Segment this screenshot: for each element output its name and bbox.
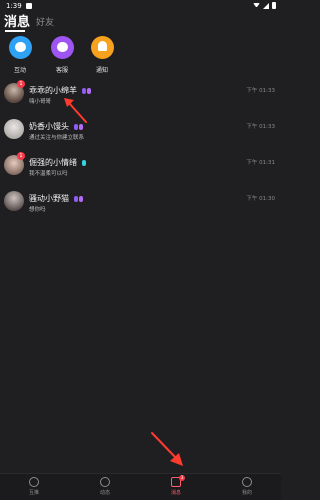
message-time: 下午 01:33 xyxy=(246,124,275,130)
nav-item-recommend[interactable]: 互推 xyxy=(14,477,54,496)
message-preview: 想你吗 xyxy=(29,207,46,213)
nav-item-feed[interactable]: 动态 xyxy=(85,477,125,496)
message-row[interactable]: 骚动小野猫 想你吗 下午 01:30 xyxy=(0,188,281,220)
nav-item-profile[interactable]: 我的 xyxy=(227,477,267,496)
message-icon: 3 xyxy=(171,475,185,487)
contact-name: 倔强的小情绪 xyxy=(29,158,77,167)
signal-icon xyxy=(263,2,269,9)
nav-label: 消息 xyxy=(170,490,181,496)
nav-unread-badge: 3 xyxy=(179,475,185,481)
level-badge-icon xyxy=(86,87,91,94)
vip-badge-icon xyxy=(81,159,86,166)
profile-icon xyxy=(242,477,252,487)
tab-indicator xyxy=(5,30,25,32)
nav-label: 动态 xyxy=(99,490,110,496)
quick-interaction-label: 互动 xyxy=(13,67,26,74)
top-tabs: 消息 好友 xyxy=(4,10,54,30)
nav-label: 我的 xyxy=(241,490,252,496)
tab-messages[interactable]: 消息 xyxy=(4,11,30,30)
level-badge-icon xyxy=(78,123,83,130)
message-time: 下午 01:31 xyxy=(246,160,275,166)
user-badges xyxy=(81,87,91,94)
chat-bubble-icon xyxy=(8,36,32,59)
bell-icon xyxy=(90,36,114,59)
battery-icon xyxy=(272,2,276,9)
message-time: 下午 01:33 xyxy=(246,88,275,94)
unread-badge: 1 xyxy=(17,80,25,88)
quick-notice-label: 通知 xyxy=(95,67,108,74)
message-list: 1 乖乖的小绵羊 嗨小哥哥 下午 01:33 奶香小馒头 通过关注与你建立联系 … xyxy=(0,80,281,213)
message-preview: 我不温柔可以吗 xyxy=(29,171,68,177)
arrow-annotation-icon xyxy=(151,432,183,466)
quick-service-button[interactable]: 客服 xyxy=(42,36,82,74)
arrow-annotation-icon xyxy=(64,98,87,123)
user-badges xyxy=(73,123,83,130)
quick-actions: 互动 客服 通知 xyxy=(0,36,281,76)
tab-friends[interactable]: 好友 xyxy=(36,15,54,30)
user-badges xyxy=(73,195,83,202)
quick-notice-button[interactable]: 通知 xyxy=(82,36,122,74)
message-row[interactable]: 奶香小馒头 通过关注与你建立联系 下午 01:33 xyxy=(0,116,281,148)
message-row[interactable]: 1 乖乖的小绵羊 嗨小哥哥 下午 01:33 xyxy=(0,80,281,112)
quick-service-label: 客服 xyxy=(55,67,68,74)
nav-item-messages[interactable]: 3 消息 xyxy=(156,475,196,496)
status-time: 1:39 xyxy=(6,2,22,10)
vip-badge-icon xyxy=(81,87,86,94)
level-badge-icon xyxy=(78,195,83,202)
unread-badge: 1 xyxy=(17,152,25,160)
vip-badge-icon xyxy=(73,123,78,130)
avatar[interactable] xyxy=(4,191,24,211)
avatar[interactable] xyxy=(4,119,24,139)
notification-icon xyxy=(26,3,32,9)
user-badges xyxy=(81,159,86,166)
vip-badge-icon xyxy=(73,195,78,202)
message-row[interactable]: 1 倔强的小情绪 我不温柔可以吗 下午 01:31 xyxy=(0,152,281,184)
message-time: 下午 01:30 xyxy=(246,196,275,202)
wifi-icon xyxy=(253,2,260,9)
bottom-nav: 互推 动态 3 消息 我的 xyxy=(0,473,281,500)
status-icons xyxy=(253,2,276,9)
quick-interaction-button[interactable]: 互动 xyxy=(0,36,40,74)
planet-icon xyxy=(100,477,110,487)
message-preview: 嗨小哥哥 xyxy=(29,99,52,105)
message-preview: 通过关注与你建立联系 xyxy=(29,135,85,141)
contact-name: 骚动小野猫 xyxy=(29,194,69,203)
nav-label: 互推 xyxy=(28,490,39,496)
compass-icon xyxy=(29,477,39,487)
headset-icon xyxy=(50,36,74,59)
